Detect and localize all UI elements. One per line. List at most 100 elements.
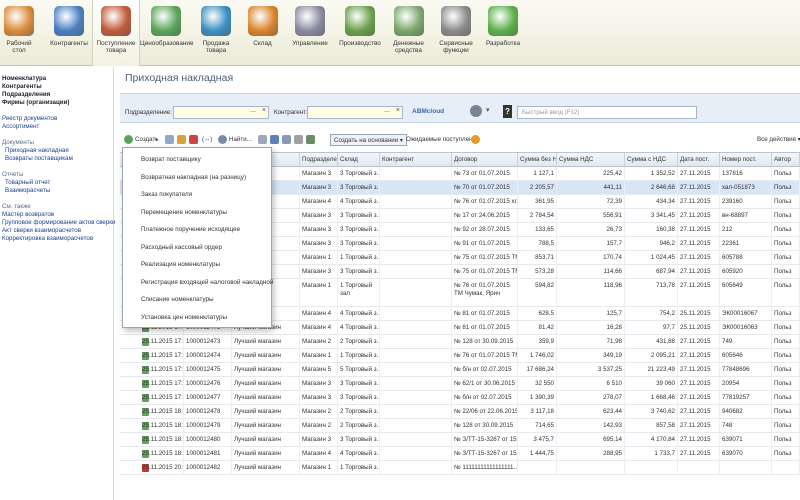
- clear-icon[interactable]: ×: [262, 107, 266, 114]
- menu-item[interactable]: Списание номенклатуры: [141, 296, 214, 303]
- dept-field[interactable]: ... ×: [173, 106, 269, 119]
- refresh-icon[interactable]: (↔): [202, 134, 212, 146]
- nav-item[interactable]: Контрагенты: [2, 83, 42, 90]
- page-title: Приходная накладная: [125, 72, 234, 84]
- table-row[interactable]: 25.11.2015 18:42:051000012479Лучший мага…: [120, 419, 800, 433]
- copy-icon[interactable]: [165, 135, 174, 144]
- find-button[interactable]: Найти...: [229, 134, 252, 146]
- column-header[interactable]: Контрагент: [380, 153, 452, 167]
- settings-icon[interactable]: [306, 135, 315, 144]
- truck-icon: [101, 6, 131, 36]
- cell-contr: [380, 321, 452, 335]
- nav-item[interactable]: Ассортимент: [2, 123, 39, 130]
- nav-item[interactable]: Номенклатура: [2, 75, 46, 82]
- section-gear[interactable]: Сервисные функции: [432, 0, 480, 66]
- table-row[interactable]: 25.11.2015 18:51:491000012481Лучший мага…: [120, 447, 800, 461]
- expected-receipts-button[interactable]: Ожидаемые поступления: [406, 134, 479, 146]
- search-icon[interactable]: [218, 135, 227, 144]
- column-header[interactable]: Сумма с НДС: [625, 153, 678, 167]
- cell-sum: 573,28: [518, 265, 557, 279]
- cell-date: 25.11.2015 18:16:29: [140, 405, 184, 419]
- menu-item[interactable]: Установка цен номенклатуры: [141, 314, 227, 321]
- menu-item[interactable]: Платежное поручение исходящее: [141, 226, 240, 233]
- nav-item[interactable]: Подразделения: [2, 91, 50, 98]
- list-icon[interactable]: [294, 135, 303, 144]
- nav-item[interactable]: Возвраты поставщикам: [5, 155, 73, 162]
- cell-vat: 157,7: [557, 237, 625, 251]
- table-row[interactable]: 25.11.2015 17:13:581000012473Лучший мага…: [120, 335, 800, 349]
- create-based-button[interactable]: Создать на основании ▾: [330, 134, 408, 146]
- column-header[interactable]: Склад: [338, 153, 380, 167]
- nav-item[interactable]: Взаиморасчеты: [5, 187, 50, 194]
- post-icon[interactable]: [270, 135, 279, 144]
- section-money[interactable]: Денежные средства: [385, 0, 432, 66]
- section-chart[interactable]: Управление: [285, 0, 335, 66]
- column-header[interactable]: Сумма НДС: [557, 153, 625, 167]
- cell-num: 1000012480: [184, 433, 232, 447]
- table-row[interactable]: 25.11.2015 17:17:491000012474Лучший мага…: [120, 349, 800, 363]
- delete-icon[interactable]: [189, 135, 198, 144]
- help-icon[interactable]: [471, 135, 480, 144]
- section-price-tag[interactable]: Ценообразование: [140, 0, 194, 66]
- column-header[interactable]: Договор: [452, 153, 518, 167]
- cell-pnum: 239160: [720, 195, 772, 209]
- cell-dept: Магазин 3: [300, 209, 338, 223]
- table-row[interactable]: 25.11.2015 17:22:481000012475Лучший мага…: [120, 363, 800, 377]
- column-header[interactable]: Номер пост.: [720, 153, 772, 167]
- column-header[interactable]: Автор: [772, 153, 800, 167]
- table-row[interactable]: 25.11.2015 17:58:341000012477Лучший мага…: [120, 391, 800, 405]
- nav-item[interactable]: Товарный отчет: [5, 179, 50, 186]
- all-actions-button[interactable]: Все действия ▾: [757, 134, 800, 146]
- ellipsis-icon[interactable]: ...: [384, 107, 390, 114]
- cell-sum: 788,5: [518, 237, 557, 251]
- nav-item[interactable]: Реестр документов: [2, 115, 57, 122]
- section-truck[interactable]: Поступление товара: [92, 0, 140, 66]
- menu-item[interactable]: Возвратная накладная (на разницу): [141, 174, 246, 181]
- cell-author: Польз: [772, 181, 800, 195]
- nav-item[interactable]: Групповое формирование актов сверки: [2, 219, 115, 226]
- column-header[interactable]: Дата пост.: [678, 153, 720, 167]
- printer-icon[interactable]: [470, 105, 482, 117]
- column-header[interactable]: Сумма без НДС: [518, 153, 557, 167]
- sections-panel: Рабочий стол Контрагенты Поступление товара Ц…: [0, 0, 800, 66]
- quick-input[interactable]: Быстрый ввод (F12): [517, 106, 697, 119]
- section-people[interactable]: Контрагенты: [46, 0, 92, 66]
- table-row[interactable]: 25.11.2015 18:16:291000012478Лучший мага…: [120, 405, 800, 419]
- table-row[interactable]: 25.11.2015 18:45:431000012480Лучший мага…: [120, 433, 800, 447]
- cell-total: 687,94: [625, 265, 678, 279]
- menu-item[interactable]: Заказ покупателя: [141, 191, 192, 198]
- contractor-field[interactable]: ... ×: [307, 106, 403, 119]
- cancel-search-icon[interactable]: [258, 135, 267, 144]
- chevron-down-icon[interactable]: ▾: [155, 134, 158, 146]
- menu-item[interactable]: Возврат поставщику: [141, 156, 201, 163]
- table-row[interactable]: 25.11.2015 17:44:111000012476Лучший мага…: [120, 377, 800, 391]
- section-puzzle[interactable]: Разработка: [480, 0, 526, 66]
- section-desktop[interactable]: Рабочий стол: [0, 0, 38, 66]
- chevron-down-icon[interactable]: ▾: [486, 106, 490, 114]
- nav-item[interactable]: Корректировка взаиморасчетов: [2, 235, 93, 242]
- menu-item[interactable]: Регистрация входящей налоговой накладной: [141, 279, 273, 286]
- cell-pnum: 605788: [720, 251, 772, 265]
- section-factory[interactable]: Производство: [335, 0, 385, 66]
- cell-dept: Магазин 3: [300, 433, 338, 447]
- menu-item[interactable]: Перемещение номенклатуры: [141, 209, 227, 216]
- help-icon[interactable]: ?: [503, 105, 512, 118]
- edit-icon[interactable]: [177, 135, 186, 144]
- section-forklift[interactable]: Склад: [240, 0, 285, 66]
- nav-item[interactable]: Мастер возвратов: [2, 211, 54, 218]
- cell-sum: 3 475,7: [518, 433, 557, 447]
- column-header[interactable]: Подразделение: [300, 153, 338, 167]
- cell-sum: 3 117,18: [518, 405, 557, 419]
- menu-item[interactable]: Реализация номенклатуры: [141, 261, 220, 268]
- nav-item[interactable]: Акт сверки взаиморасчетов: [2, 227, 81, 234]
- section-shopping-basket[interactable]: Продажа товара: [192, 0, 240, 66]
- nav-item[interactable]: Приходная накладная: [5, 147, 69, 154]
- abmcloud-logo[interactable]: ABMcloud: [412, 108, 444, 115]
- nav-item[interactable]: Фирмы (организации): [2, 99, 69, 106]
- create-based-label: Создать на основании: [334, 137, 399, 144]
- report-icon[interactable]: [282, 135, 291, 144]
- table-row[interactable]: 25.11.2015 20:09:331000012482Лучший мага…: [120, 461, 800, 475]
- ellipsis-icon[interactable]: ...: [250, 107, 256, 114]
- menu-item[interactable]: Расходный кассовый ордер: [141, 244, 222, 251]
- clear-icon[interactable]: ×: [396, 107, 400, 114]
